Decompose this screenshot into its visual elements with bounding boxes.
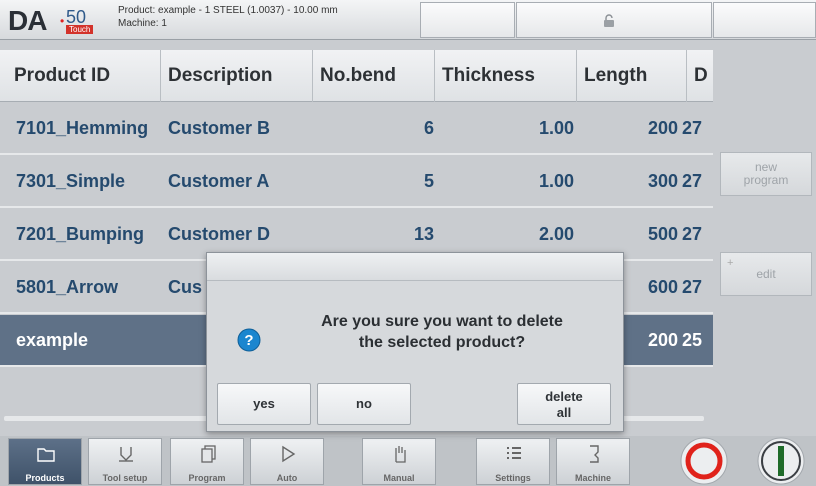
header-status-box-2[interactable] bbox=[516, 2, 712, 38]
col-length[interactable]: Length bbox=[584, 65, 647, 87]
col-description[interactable]: Description bbox=[168, 65, 273, 87]
tab-auto[interactable]: Auto bbox=[250, 438, 324, 485]
machine-line: Machine: 1 bbox=[118, 18, 167, 29]
new-program-button[interactable]: new program bbox=[720, 152, 812, 196]
yes-button[interactable]: yes bbox=[217, 383, 311, 425]
table-header: Product ID Description No.bend Thickness… bbox=[0, 50, 713, 102]
program-pages-icon bbox=[201, 445, 216, 463]
dialog-titlebar bbox=[207, 253, 623, 281]
col-d[interactable]: D bbox=[694, 65, 708, 87]
header-status-box-3 bbox=[713, 2, 816, 38]
start-button[interactable] bbox=[755, 436, 807, 486]
col-thickness[interactable]: Thickness bbox=[442, 65, 535, 87]
no-button[interactable]: no bbox=[317, 383, 411, 425]
dialog-message: Are you sure you want to delete the sele… bbox=[321, 313, 563, 351]
folder-icon bbox=[37, 448, 55, 462]
col-product-id[interactable]: Product ID bbox=[14, 65, 110, 87]
lock-icon[interactable] bbox=[603, 14, 615, 28]
da50-logo: DA • 50 Touch bbox=[6, 5, 110, 36]
hand-icon bbox=[395, 446, 406, 463]
tab-settings[interactable]: Settings bbox=[476, 438, 550, 485]
stop-button[interactable] bbox=[678, 436, 730, 486]
delete-confirm-dialog: ? Are you sure you want to delete the se… bbox=[206, 252, 624, 432]
table-row[interactable]: 7301_Simple Customer A 5 1.00 300 27 bbox=[0, 156, 713, 208]
tab-program[interactable]: Program bbox=[170, 438, 244, 485]
header-bar: DA • 50 Touch Product: example - 1 STEEL… bbox=[0, 0, 816, 40]
tab-machine[interactable]: Machine bbox=[556, 438, 630, 485]
plus-icon: + bbox=[727, 257, 734, 269]
product-line: Product: example - 1 STEEL (1.0037) - 10… bbox=[118, 5, 338, 16]
edit-button[interactable]: + edit bbox=[720, 252, 812, 296]
play-icon bbox=[282, 445, 296, 463]
tool-setup-icon bbox=[119, 447, 133, 462]
svg-text:?: ? bbox=[244, 332, 253, 349]
question-icon: ? bbox=[237, 328, 261, 352]
product-info: Product: example - 1 STEEL (1.0037) - 10… bbox=[118, 4, 338, 30]
col-no-bend[interactable]: No.bend bbox=[320, 65, 396, 87]
tab-tool-setup[interactable]: Tool setup bbox=[88, 438, 162, 485]
tab-products[interactable]: Products bbox=[8, 438, 82, 485]
header-status-box-1 bbox=[420, 2, 515, 38]
settings-list-icon bbox=[507, 447, 521, 459]
table-row[interactable]: 7101_Hemming Customer B 6 1.00 200 27 bbox=[0, 103, 713, 155]
machine-icon bbox=[590, 445, 599, 463]
tab-manual[interactable]: Manual bbox=[362, 438, 436, 485]
delete-all-button[interactable]: delete all bbox=[517, 383, 611, 425]
